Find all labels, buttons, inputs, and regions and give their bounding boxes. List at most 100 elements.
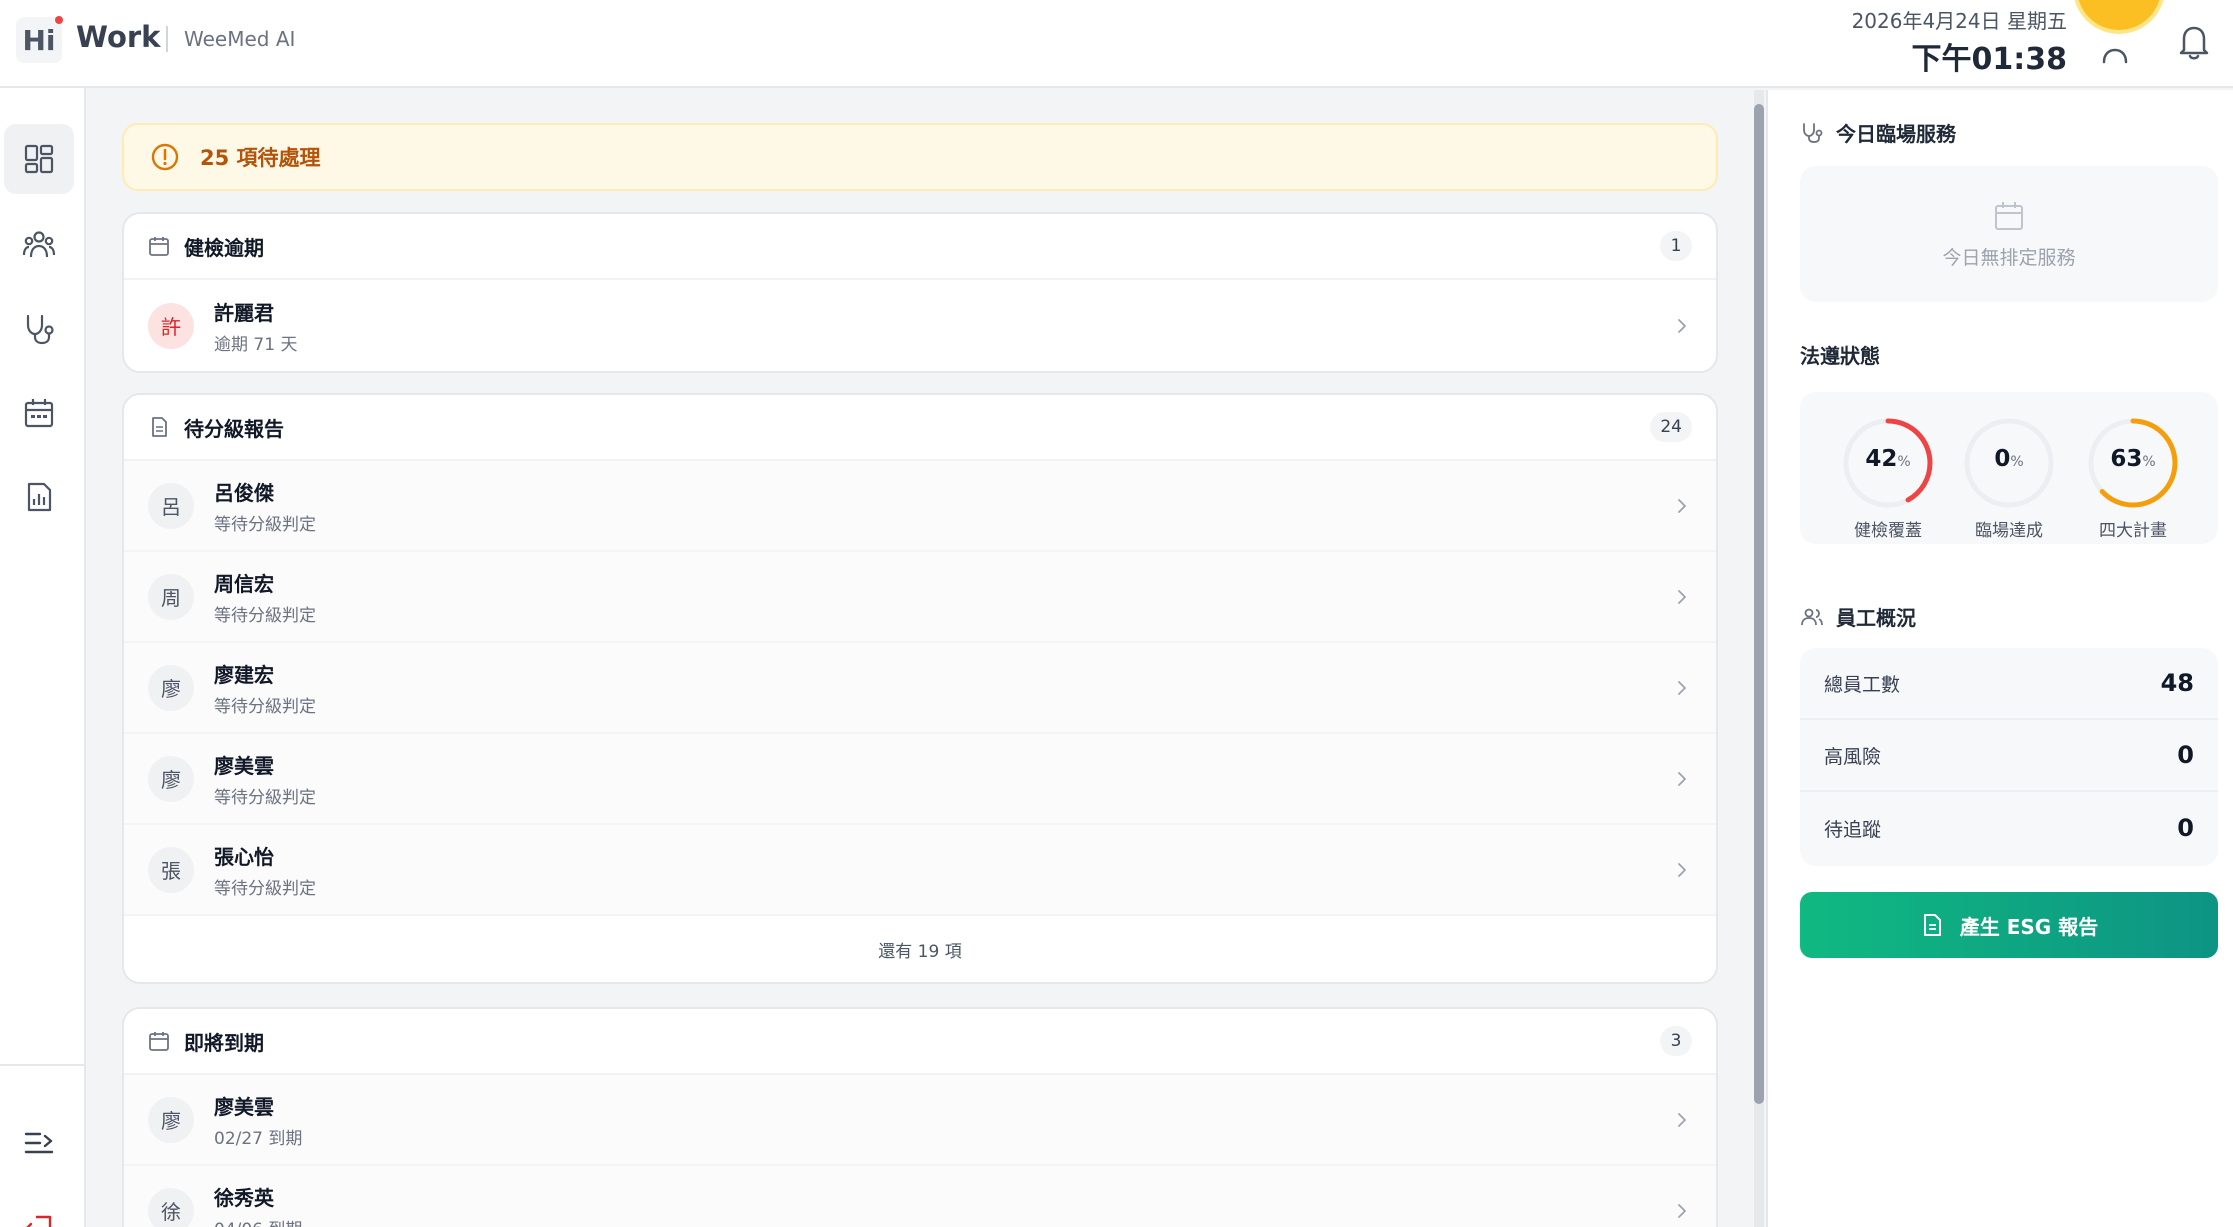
section-title-compliance: 法遵狀態 (1800, 340, 1880, 369)
sidebar (0, 88, 86, 1227)
avatar: 呂 (148, 482, 194, 529)
user-avatar-badge[interactable] (2073, 0, 2165, 34)
current-time: 下午01:38 (1911, 42, 2068, 77)
gauge-label: 臨場達成 (1975, 521, 2043, 541)
today-service-empty: 今日無排定服務 (1800, 166, 2218, 302)
avatar: 廖 (148, 1096, 194, 1143)
list-item[interactable]: 周 周信宏 等待分級判定 (124, 552, 1716, 643)
gauge-value: 42 (1865, 446, 1898, 472)
employee-name: 廖美雲 (214, 753, 274, 778)
top-header: Hi Work WeeMed AI 2026年4月24日 星期五 下午01:38 (0, 0, 2233, 88)
sidebar-item-medical[interactable] (4, 294, 74, 364)
stat-row[interactable]: 高風險 0 (1800, 720, 2218, 792)
calendar-icon (24, 399, 54, 428)
stat-label: 待追蹤 (1824, 818, 1882, 841)
calendar-icon (1995, 201, 2023, 230)
section-title-staff: 員工概況 (1800, 602, 1916, 631)
right-panel: 今日臨場服務 今日無排定服務 法遵狀態 42% 健檢覆蓋 0% 臨場達成 63%… (1766, 90, 2233, 1227)
employee-name: 廖美雲 (214, 1094, 274, 1119)
logout-button[interactable] (4, 1194, 74, 1227)
item-status: 等待分級判定 (214, 878, 316, 899)
gauge-four-plans: 63% (2086, 416, 2180, 510)
overdue-card: 健檢逾期 1 許 許麗君 逾期 71 天 (122, 212, 1718, 373)
main-content: 25 項待處理 健檢逾期 1 許 許麗君 逾期 71 天 待分級報告 24 呂 … (86, 90, 1764, 1227)
logo-text: Hi (22, 23, 56, 57)
employee-name: 廖建宏 (214, 662, 274, 687)
compliance-gauges: 42% 健檢覆蓋 0% 臨場達成 63% 四大計畫 (1800, 392, 2218, 544)
people-icon (22, 231, 56, 258)
count-badge: 3 (1660, 1026, 1692, 1056)
avatar: 廖 (148, 664, 194, 711)
item-status: 等待分級判定 (214, 787, 316, 808)
list-item[interactable]: 呂 呂俊傑 等待分級判定 (124, 461, 1716, 552)
stat-label: 總員工數 (1824, 673, 1901, 696)
document-icon (1923, 914, 1941, 936)
document-icon (152, 417, 167, 437)
staff-overview-title: 員工概況 (1836, 606, 1916, 630)
list-item[interactable]: 許 許麗君 逾期 71 天 (124, 280, 1716, 371)
gauge-label: 健檢覆蓋 (1854, 521, 1922, 541)
stat-row[interactable]: 待追蹤 0 (1800, 792, 2218, 864)
today-service-title: 今日臨場服務 (1836, 122, 1956, 146)
app-logo[interactable]: Hi (16, 16, 63, 63)
list-item[interactable]: 廖 廖建宏 等待分級判定 (124, 643, 1716, 734)
avatar: 張 (148, 846, 194, 893)
sidebar-item-employees[interactable] (4, 210, 74, 280)
stat-label: 高風險 (1824, 745, 1882, 768)
list-item[interactable]: 廖 廖美雲 等待分級判定 (124, 734, 1716, 825)
stethoscope-icon (1803, 122, 1823, 143)
card-header: 健檢逾期 1 (124, 214, 1716, 280)
employee-name: 周信宏 (214, 571, 274, 596)
avatar: 廖 (148, 755, 194, 802)
sidebar-collapse-button[interactable] (4, 1108, 74, 1178)
gauge-value: 63 (2110, 446, 2143, 472)
logo-dot (55, 16, 63, 24)
gauge-unit: % (2142, 454, 2156, 470)
count-badge: 24 (1650, 412, 1692, 442)
sidebar-divider (0, 1064, 86, 1066)
sidebar-item-reports[interactable] (4, 462, 74, 532)
expiry-date: 04/06 到期 (214, 1215, 1672, 1227)
people-icon (1801, 608, 1823, 625)
card-title: 待分級報告 (184, 416, 284, 441)
employee-name: 呂俊傑 (214, 480, 274, 505)
card-title: 即將到期 (184, 1030, 264, 1055)
avatar: 徐 (148, 1187, 194, 1227)
card-title: 健檢逾期 (184, 235, 264, 260)
list-item[interactable]: 張 張心怡 等待分級判定 (124, 825, 1716, 916)
item-status: 等待分級判定 (214, 696, 316, 717)
avatar: 許 (148, 302, 194, 349)
gauge-health-coverage: 42% (1841, 416, 1935, 510)
esg-button-label: 產生 ESG 報告 (1959, 914, 2099, 939)
stat-row[interactable]: 總員工數 48 (1800, 648, 2218, 720)
stethoscope-icon (26, 314, 54, 345)
app-subtitle: WeeMed AI (184, 27, 296, 51)
sidebar-item-calendar[interactable] (4, 378, 74, 448)
list-item[interactable]: 廖 廖美雲 02/27 到期 (124, 1075, 1716, 1166)
show-more-link[interactable]: 還有 19 項 (124, 916, 1716, 982)
expiry-date: 02/27 到期 (214, 1128, 303, 1149)
card-header: 待分級報告 24 (124, 395, 1716, 461)
chevron-right-icon (1678, 589, 1686, 604)
pending-alert[interactable]: 25 項待處理 (122, 123, 1718, 191)
chevron-right-icon (1678, 498, 1686, 513)
app-name: Work (76, 20, 161, 54)
sidebar-item-dashboard[interactable] (4, 124, 74, 194)
report-icon (27, 482, 52, 512)
current-date: 2026年4月24日 星期五 (1851, 9, 2067, 33)
gauge-onsite-rate: 0% (1962, 416, 2056, 510)
chevron-right-icon (1678, 318, 1686, 333)
warning-icon (151, 143, 179, 171)
pending-report-card: 待分級報告 24 呂 呂俊傑 等待分級判定 周 周信宏 等待分級判定 廖 廖建宏… (122, 393, 1718, 984)
collapse-menu-icon (24, 1132, 54, 1154)
scrollbar-thumb[interactable] (1754, 104, 1764, 1104)
bell-icon[interactable] (2172, 22, 2216, 62)
header-divider (166, 26, 168, 52)
generate-esg-report-button[interactable]: 產生 ESG 報告 (1800, 892, 2218, 958)
gauge-value: 0 (1994, 446, 2011, 472)
user-icon[interactable] (2098, 34, 2132, 64)
item-status: 等待分級判定 (214, 605, 316, 626)
list-item[interactable]: 徐 徐秀英 04/06 到期 (124, 1166, 1716, 1227)
alert-text: 25 項待處理 (200, 146, 321, 170)
chevron-right-icon (1678, 1112, 1686, 1127)
